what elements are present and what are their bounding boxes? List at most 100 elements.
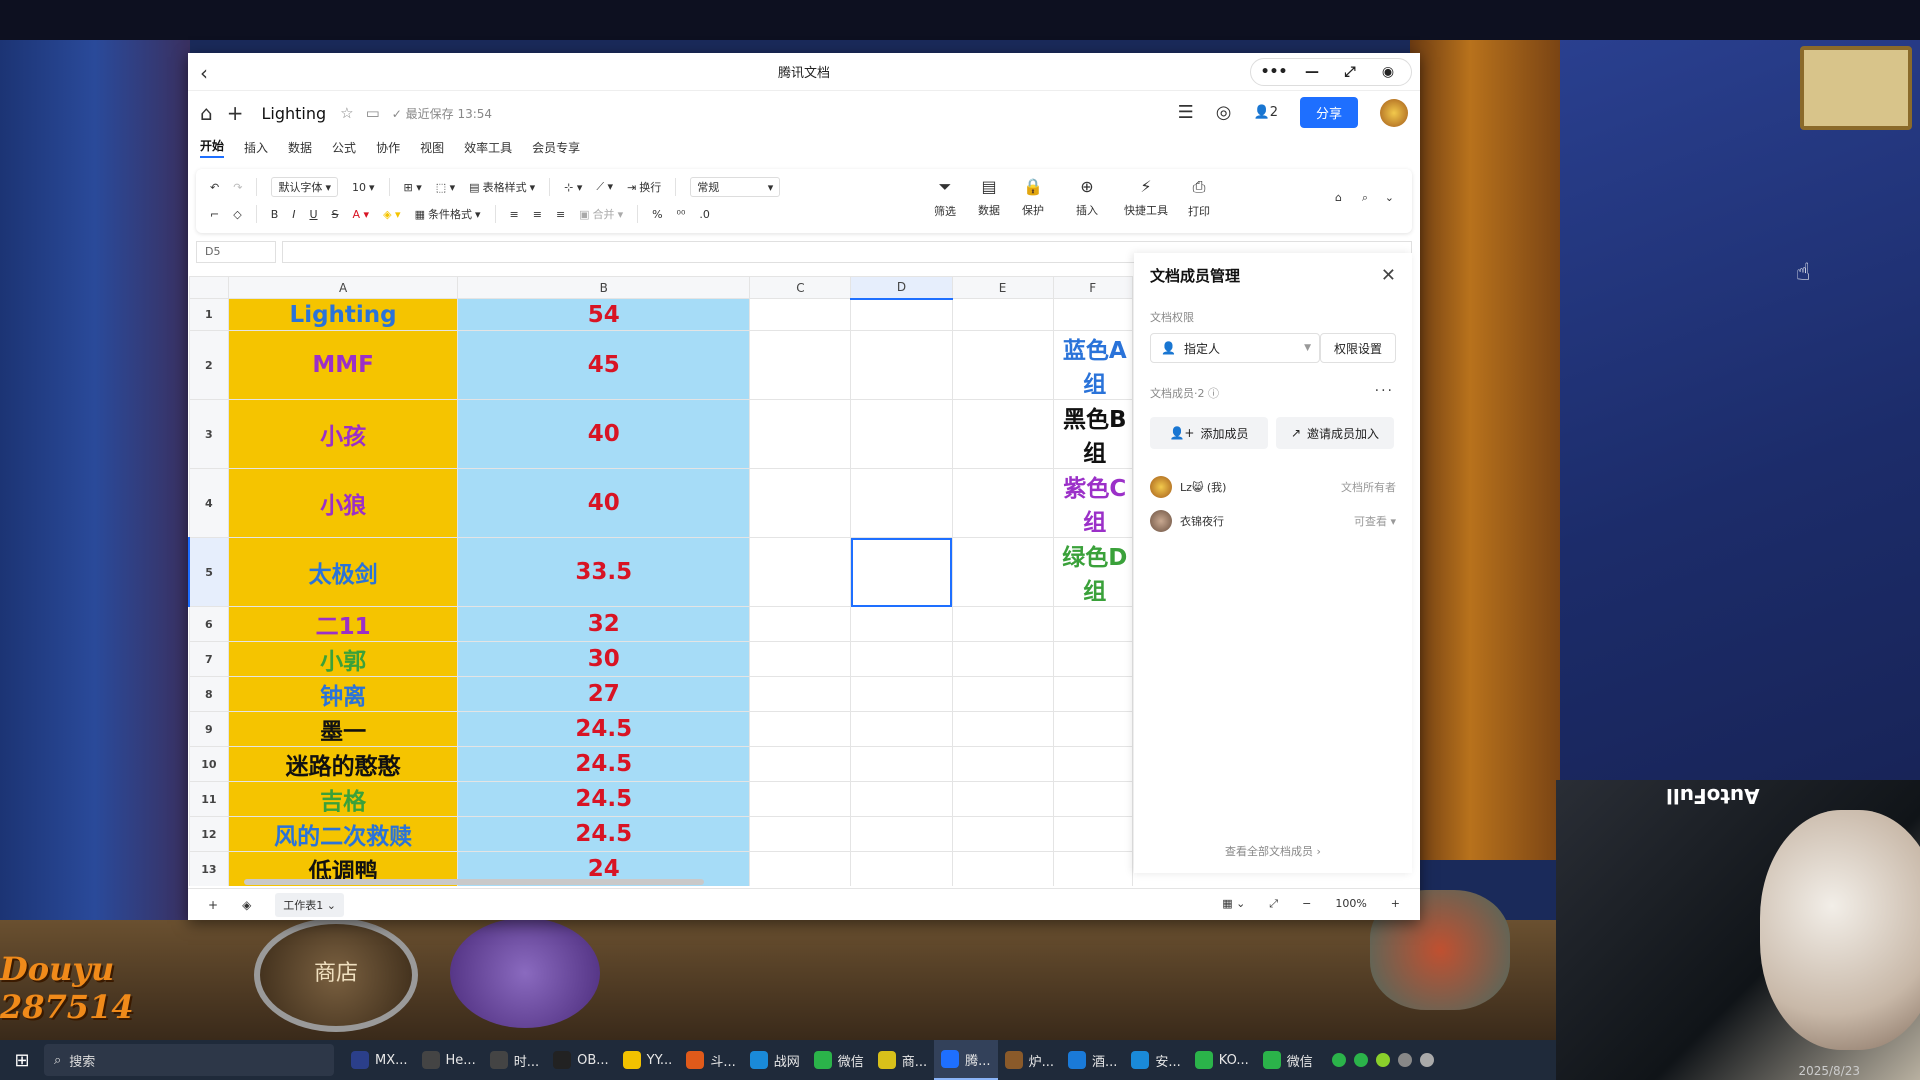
- empty-cell[interactable]: [749, 676, 852, 712]
- value-cell[interactable]: 33.5: [456, 537, 751, 607]
- row-header[interactable]: 8: [188, 676, 230, 712]
- name-cell[interactable]: MMF: [228, 330, 458, 400]
- taskbar-app[interactable]: 商...: [871, 1040, 934, 1080]
- cell-reference[interactable]: D5: [196, 241, 276, 263]
- align-icon[interactable]: ⊹ ▾: [564, 181, 582, 194]
- comment-icon[interactable]: ◎: [1216, 102, 1232, 123]
- empty-cell[interactable]: [850, 746, 953, 782]
- empty-cell[interactable]: [749, 468, 852, 538]
- col-header-e[interactable]: E: [951, 276, 1054, 299]
- clear-format-icon[interactable]: ◇: [233, 208, 241, 221]
- taskbar-app[interactable]: 安...: [1124, 1040, 1187, 1080]
- member-row[interactable]: 衣锦夜行 可查看 ▾: [1150, 509, 1396, 533]
- col-header-a[interactable]: A: [228, 276, 458, 299]
- folder-icon[interactable]: ▭: [366, 104, 380, 122]
- group-label-cell[interactable]: [1052, 746, 1133, 782]
- empty-cell[interactable]: [951, 298, 1054, 331]
- row-header[interactable]: 4: [188, 468, 230, 538]
- taskbar-app[interactable]: MX...: [344, 1040, 415, 1080]
- quick-tools-button[interactable]: ⚡ 快捷工具: [1124, 177, 1168, 218]
- percent-button[interactable]: %: [652, 208, 662, 221]
- cond-format-button[interactable]: ▦ 条件格式 ▾: [415, 206, 481, 222]
- value-cell[interactable]: 24.5: [456, 711, 751, 747]
- tray-app-icon[interactable]: [1397, 1053, 1412, 1067]
- row-header[interactable]: 6: [188, 606, 230, 642]
- group-label-cell[interactable]: [1052, 676, 1133, 712]
- row-header[interactable]: 1: [188, 298, 230, 331]
- empty-cell[interactable]: [850, 399, 953, 469]
- empty-cell[interactable]: [749, 606, 852, 642]
- user-avatar[interactable]: [1380, 98, 1408, 127]
- empty-cell[interactable]: [951, 851, 1054, 886]
- taskbar-app[interactable]: 微信: [1256, 1040, 1320, 1080]
- empty-cell[interactable]: [850, 468, 953, 538]
- col-header-c[interactable]: C: [749, 276, 852, 299]
- value-cell[interactable]: 32: [456, 606, 751, 642]
- group-label-cell[interactable]: [1052, 851, 1133, 886]
- taskbar-app[interactable]: 微信: [807, 1040, 871, 1080]
- taskbar-app[interactable]: 炉...: [998, 1040, 1061, 1080]
- empty-cell[interactable]: [749, 330, 852, 400]
- col-header-f[interactable]: F: [1052, 276, 1133, 299]
- menu-home[interactable]: 开始: [200, 137, 225, 158]
- thousands-button[interactable]: ⁰⁰: [677, 208, 686, 221]
- protect-button[interactable]: 🔒 保护: [1022, 177, 1044, 218]
- redo-icon[interactable]: ↷: [233, 181, 242, 194]
- empty-cell[interactable]: [850, 298, 953, 331]
- font-family-select[interactable]: 默认字体 ▾: [271, 177, 338, 197]
- star-icon[interactable]: ☆: [340, 104, 353, 122]
- name-cell[interactable]: 二11: [228, 606, 458, 642]
- empty-cell[interactable]: [951, 537, 1054, 607]
- empty-cell[interactable]: [749, 711, 852, 747]
- name-cell[interactable]: 风的二次救赎: [228, 816, 458, 852]
- value-cell[interactable]: 45: [456, 330, 751, 400]
- add-sheet-icon[interactable]: +: [208, 898, 218, 912]
- name-cell[interactable]: 太极剑: [228, 537, 458, 607]
- value-cell[interactable]: 27: [456, 676, 751, 712]
- font-color-icon[interactable]: A ▾: [353, 208, 370, 221]
- empty-cell[interactable]: [749, 851, 852, 886]
- taskbar-app[interactable]: OB...: [546, 1040, 616, 1080]
- value-cell[interactable]: 40: [456, 468, 751, 538]
- sheet-tab[interactable]: 工作表1 ⌄: [275, 892, 345, 917]
- name-cell[interactable]: 钟离: [228, 676, 458, 712]
- empty-cell[interactable]: [850, 711, 953, 747]
- taskbar-app[interactable]: YY...: [616, 1040, 680, 1080]
- close-icon[interactable]: ✕: [1381, 265, 1396, 286]
- sheets-list-icon[interactable]: ◈: [242, 898, 251, 912]
- row-header[interactable]: 10: [188, 746, 230, 782]
- empty-cell[interactable]: [749, 746, 852, 782]
- collaborators-button[interactable]: 👤2: [1254, 105, 1278, 120]
- home-icon[interactable]: ⌂: [200, 101, 213, 125]
- empty-cell[interactable]: [850, 606, 953, 642]
- menu-icon[interactable]: ☰: [1178, 102, 1194, 123]
- empty-cell[interactable]: [850, 816, 953, 852]
- wrap-button[interactable]: ⇥ 换行: [627, 179, 661, 195]
- row-header[interactable]: 7: [188, 641, 230, 677]
- empty-cell[interactable]: [951, 606, 1054, 642]
- taskbar-app[interactable]: 战网: [743, 1040, 807, 1080]
- empty-cell[interactable]: [951, 330, 1054, 400]
- empty-cell[interactable]: [850, 641, 953, 677]
- group-label-cell[interactable]: [1052, 606, 1133, 642]
- fullscreen-icon[interactable]: ⤢: [1269, 897, 1278, 911]
- group-label-cell[interactable]: [1052, 781, 1133, 817]
- borders-icon[interactable]: ⊞ ▾: [404, 181, 422, 194]
- view-mode-icon[interactable]: ▦ ⌄: [1222, 897, 1245, 911]
- doc-title[interactable]: Lighting: [261, 104, 326, 123]
- align-left-icon[interactable]: ≡: [510, 208, 519, 221]
- empty-cell[interactable]: [749, 399, 852, 469]
- empty-cell[interactable]: [951, 781, 1054, 817]
- rotate-text-icon[interactable]: ⟋ ▾: [596, 180, 613, 194]
- bold-icon[interactable]: B: [271, 208, 279, 221]
- empty-cell[interactable]: [951, 816, 1054, 852]
- taskbar-app[interactable]: 时...: [483, 1040, 546, 1080]
- name-cell[interactable]: 小郭: [228, 641, 458, 677]
- empty-cell[interactable]: [951, 711, 1054, 747]
- member-role-select[interactable]: 可查看 ▾: [1354, 513, 1396, 529]
- member-row[interactable]: Lz😸 (我) 文档所有者: [1150, 475, 1396, 499]
- tray-wechat-icon[interactable]: [1331, 1053, 1346, 1067]
- empty-cell[interactable]: [749, 537, 852, 607]
- filter-button[interactable]: ⏷ 筛选: [934, 177, 956, 219]
- value-cell[interactable]: 24.5: [456, 746, 751, 782]
